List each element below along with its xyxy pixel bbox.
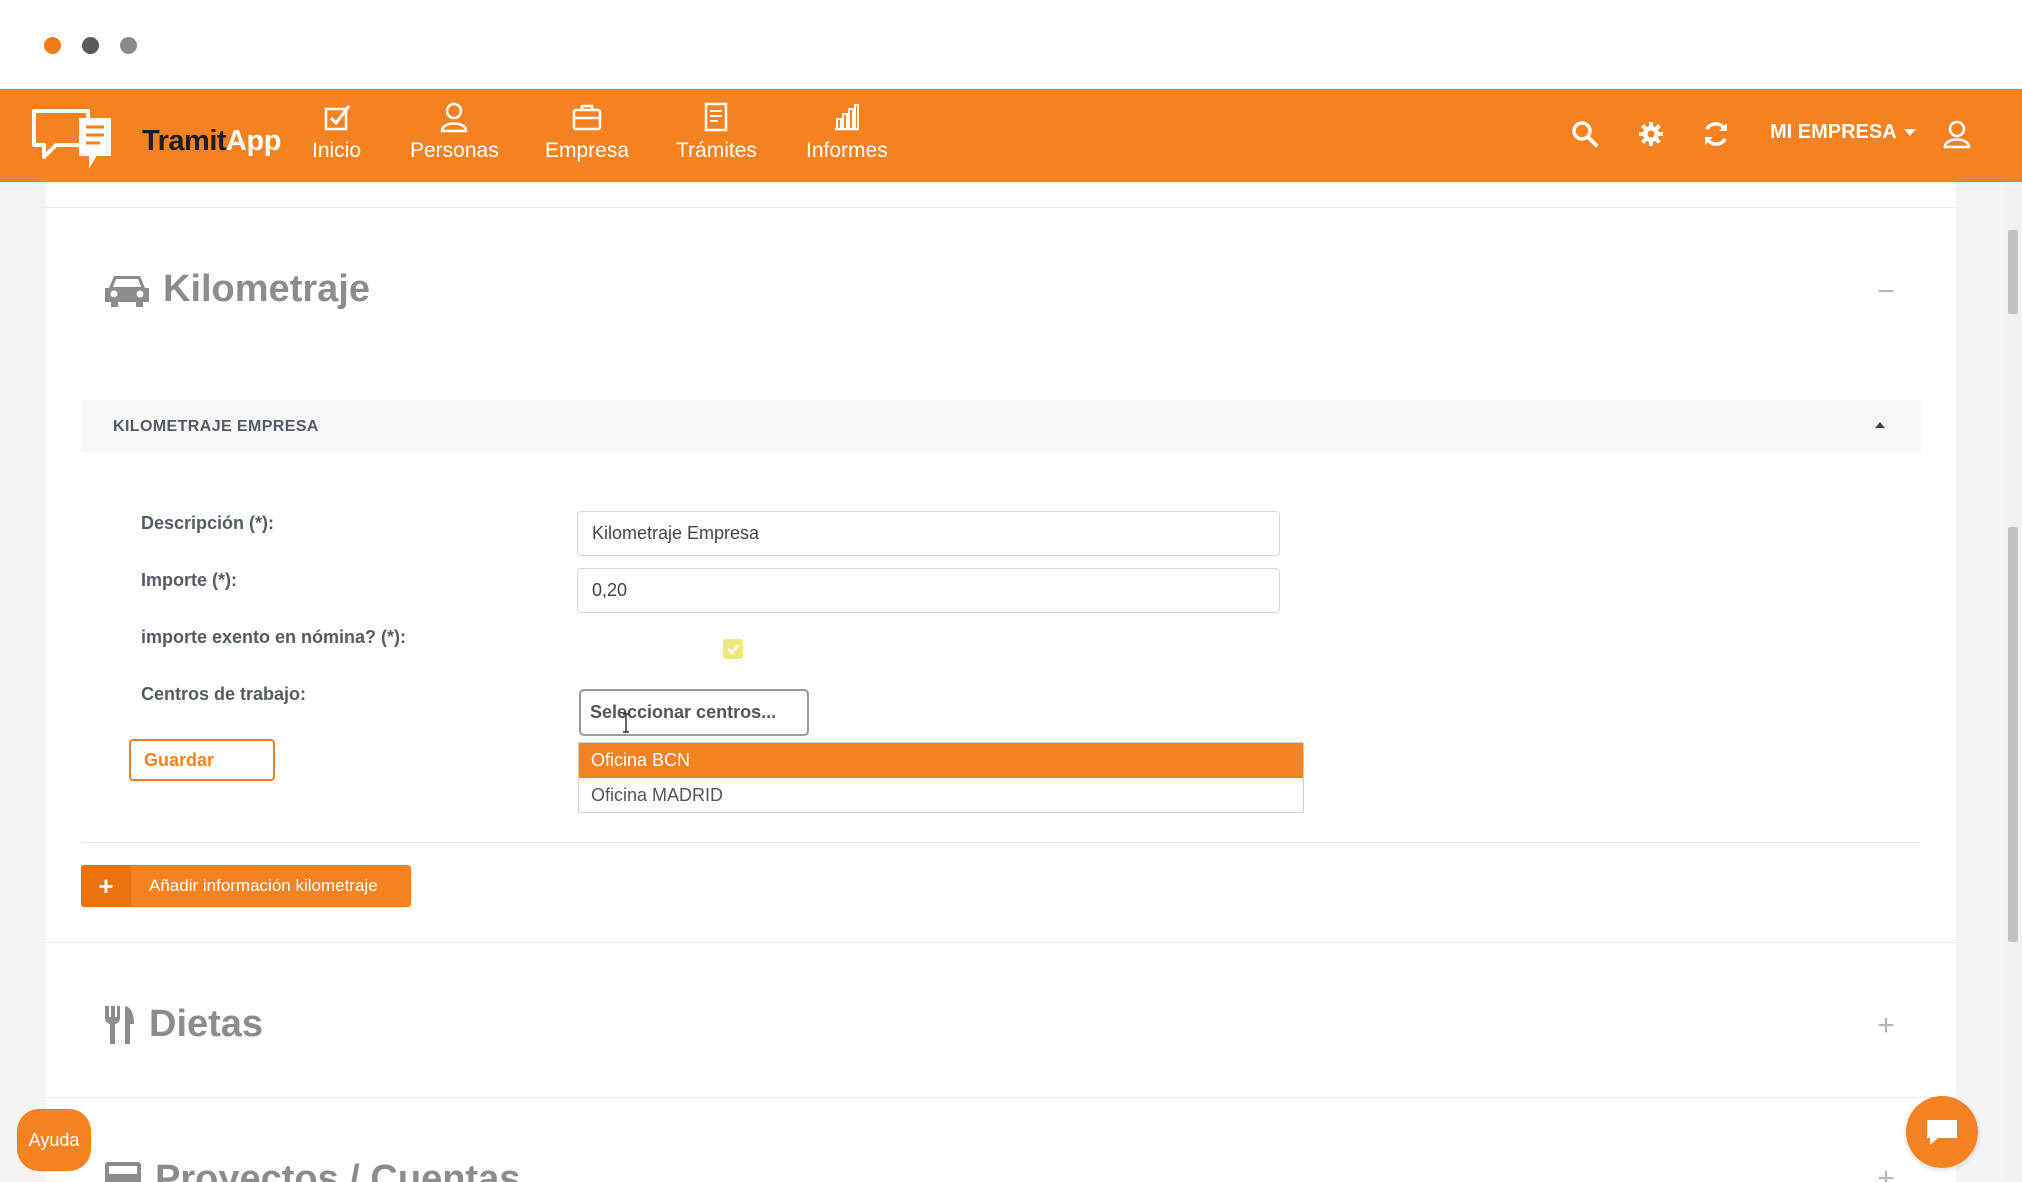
scrollbar-thumb[interactable] <box>2008 230 2018 314</box>
kilometraje-empresa-title: KILOMETRAJE EMPRESA <box>113 418 319 435</box>
bar-chart-icon <box>834 104 859 131</box>
user-profile-icon[interactable] <box>1942 119 1972 149</box>
importe-input[interactable] <box>577 568 1280 613</box>
descripcion-input[interactable] <box>577 511 1280 556</box>
page-scrollbar[interactable] <box>2004 182 2022 1182</box>
nav-empresa[interactable]: Empresa <box>545 101 629 163</box>
dropdown-option-oficina-madrid[interactable]: Oficina MADRID <box>579 778 1303 813</box>
text-cursor-icon <box>623 713 629 733</box>
add-kilometraje-label: Añadir información kilometraje <box>149 876 378 895</box>
dietas-title: Dietas <box>149 1003 264 1045</box>
speech-bubbles-logo-icon <box>32 109 111 169</box>
importe-label: Importe (*): <box>141 570 237 590</box>
chat-button[interactable] <box>1906 1096 1978 1168</box>
fork-knife-icon <box>105 1005 134 1044</box>
nav-informes-label: Informes <box>806 139 888 162</box>
nav-informes[interactable]: Informes <box>806 101 888 163</box>
company-selector[interactable]: MI EMPRESA <box>1770 121 1917 144</box>
centros-trabajo-placeholder: Seleccionar centros... <box>590 702 777 722</box>
checkbox-icon <box>324 105 350 131</box>
refresh-icon[interactable] <box>1701 119 1731 149</box>
car-icon <box>105 275 149 307</box>
chevron-up-icon[interactable] <box>1871 416 1889 434</box>
window-titlebar <box>0 0 2022 89</box>
descripcion-label: Descripción (*): <box>141 513 275 533</box>
top-navigation-bar: TramitApp Inicio Personas Empresa Trámit… <box>0 89 2022 182</box>
logo-text-tramit: Tramit <box>142 125 227 157</box>
logo-text-app: App <box>226 125 281 157</box>
company-name: MI EMPRESA <box>1770 121 1897 143</box>
calculator-icon <box>105 1161 141 1182</box>
close-window-button[interactable] <box>44 37 61 54</box>
nav-personas[interactable]: Personas <box>410 101 499 163</box>
nav-empresa-label: Empresa <box>545 139 630 162</box>
nav-personas-label: Personas <box>410 139 499 162</box>
proyectos-title: Proyectos / Cuentas <box>155 1158 521 1182</box>
gear-icon[interactable] <box>1636 119 1666 149</box>
centros-trabajo-label: Centros de trabajo: <box>141 684 307 704</box>
divider <box>46 1097 1956 1098</box>
nav-inicio[interactable]: Inicio <box>312 101 361 163</box>
nav-inicio-label: Inicio <box>312 139 362 162</box>
tramitapp-logo[interactable]: TramitApp <box>30 103 281 169</box>
checkmark-icon <box>727 644 739 655</box>
proyectos-section-header: Proyectos / Cuentas <box>103 1158 520 1182</box>
scrollbar-thumb-secondary[interactable] <box>2008 527 2018 942</box>
divider <box>46 207 1956 208</box>
plus-icon: + <box>81 865 131 907</box>
expand-dietas-button[interactable]: + <box>1871 1009 1901 1042</box>
add-kilometraje-button[interactable]: + Añadir información kilometraje <box>81 865 411 907</box>
expand-proyectos-button[interactable]: + <box>1871 1162 1901 1182</box>
nav-tramites[interactable]: Trámites <box>676 101 757 163</box>
dietas-section-header: Dietas <box>103 1003 263 1046</box>
briefcase-icon <box>572 104 602 131</box>
kilometraje-empresa-header: KILOMETRAJE EMPRESA <box>81 400 1921 452</box>
centros-trabajo-select[interactable]: Seleccionar centros... <box>579 689 809 736</box>
collapse-kilometraje-button[interactable]: − <box>1871 275 1901 308</box>
maximize-window-button[interactable] <box>120 37 137 54</box>
document-icon <box>705 102 728 132</box>
minimize-window-button[interactable] <box>82 37 99 54</box>
main-content-panel <box>46 182 1956 1182</box>
kilometraje-title: Kilometraje <box>163 268 370 310</box>
centros-dropdown-list: Oficina BCN Oficina MADRID <box>578 742 1304 813</box>
kilometraje-section-header: Kilometraje <box>103 268 370 311</box>
search-icon[interactable] <box>1570 119 1600 149</box>
chat-bubble-icon <box>1927 1120 1957 1145</box>
guardar-button[interactable]: Guardar <box>129 739 275 781</box>
divider <box>81 842 1921 843</box>
importe-exento-label: importe exento en nómina? (*): <box>141 627 407 647</box>
importe-exento-checkbox[interactable] <box>723 639 743 659</box>
chevron-down-icon <box>1903 128 1916 136</box>
person-icon <box>441 102 468 133</box>
nav-tramites-label: Trámites <box>676 139 757 162</box>
divider <box>46 942 1956 943</box>
ayuda-button[interactable]: Ayuda <box>17 1109 91 1171</box>
dropdown-option-oficina-bcn[interactable]: Oficina BCN <box>579 743 1303 778</box>
